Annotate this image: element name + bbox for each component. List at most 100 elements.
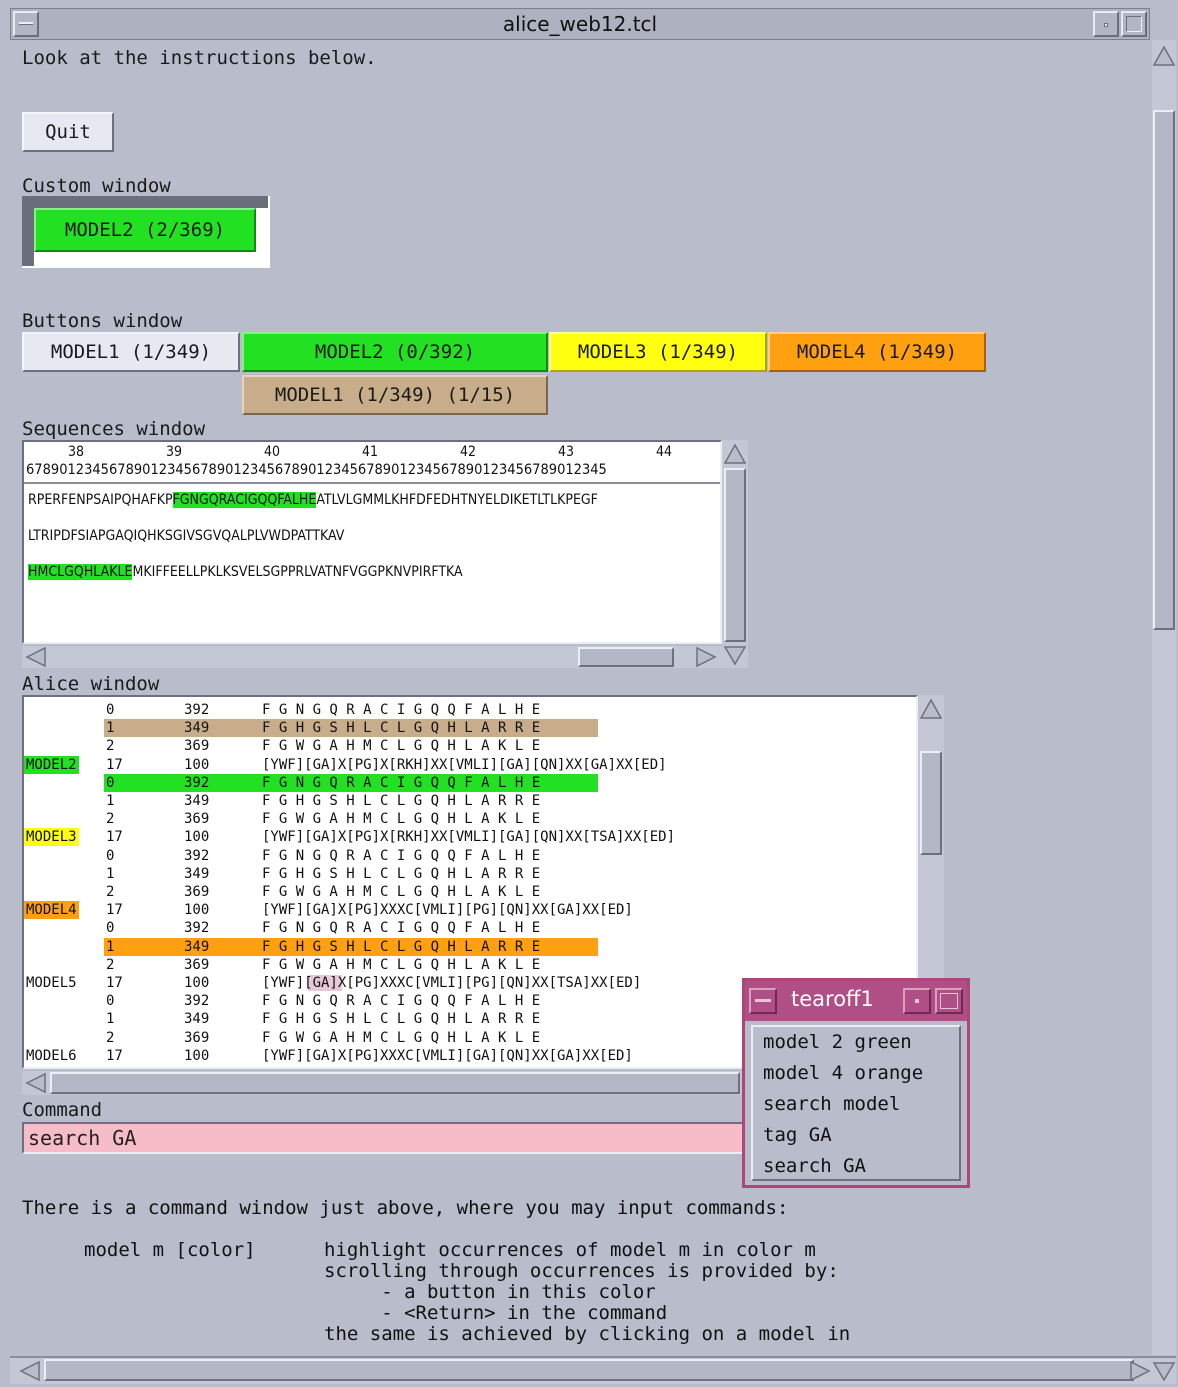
model1-button[interactable]: MODEL1 (1/349) [22,332,240,372]
alice-model-name: MODEL2 [24,755,79,774]
alice-row-index: 2 [106,884,115,900]
alice-row-sequence: [YWF][GA]X[PG]X[RKH]XX[VMLI][GA][QN]XX[T… [262,829,676,846]
menu-item-search-ga[interactable]: search GA [763,1155,866,1177]
scroll-down-arrow-icon[interactable] [723,644,747,666]
tearoff-menu-button[interactable] [749,988,777,1014]
alice-row-length: 349 [184,793,210,809]
alice-row-index: 17 [106,975,123,991]
alice-row[interactable]: 2 369 F G W G A H M C L G Q H L A K L E [24,737,916,755]
help-command: model m [color] [84,1239,256,1261]
alice-row-sequence: F G H G S H L C L G Q H L A R R E [262,793,541,809]
main-horizontal-scrollbar[interactable] [10,1356,1176,1384]
sequence-line: LTRIPDFSIAPGAQIQHKSGIVSGVQALPLVWDPATTKAV [28,528,344,544]
scroll-up-arrow-icon[interactable] [919,697,943,721]
alice-row[interactable]: 0 392 F G N G Q R A C I G Q Q F A L H E [24,919,916,937]
alice-row-sequence: [YWF][GA]X[PG]XXXC[VMLI][PG][QN]XX[TSA]X… [262,975,642,991]
alice-row[interactable]: 0 392 F G N G Q R A C I G Q Q F A L H E [24,701,916,719]
alice-row-length: 369 [184,956,210,973]
seq-highlight: HMCLGQHLAKLE [28,564,133,580]
tearoff-title-bar[interactable]: tearoff1 [745,981,967,1021]
alice-row[interactable]: 1 349 F G H G S H L C L G Q H L A R R E [24,865,916,883]
alice-row-sequence: F G W G A H M C L G Q H L A K L E [262,738,541,755]
menu-item-search-model[interactable]: search model [763,1093,900,1115]
alice-row-sequence: F G H G S H L C L G Q H L A R R E [262,865,541,882]
alice-row-length: 100 [184,829,210,846]
alice-row[interactable]: MODEL3 17 100 [YWF][GA]X[PG]X[RKH]XX[VMLI][… [24,828,916,847]
model3-button[interactable]: MODEL3 (1/349) [549,332,767,372]
seq-text: RPERFENPSAIPQHAFKP [28,492,173,508]
scroll-left-arrow-icon[interactable] [24,646,48,668]
ruler-number: 39 [166,444,183,460]
sequences-text-area[interactable]: 38 39 40 41 42 43 44 6789012345678901234… [22,440,722,644]
alice-row-length: 392 [184,920,210,937]
tearoff-maximize-button[interactable] [935,988,963,1014]
alice-row-length: 100 [184,975,210,991]
main-scroll-thumb[interactable] [1153,110,1175,630]
alice-row-sequence: F G N G Q R A C I G Q Q F A L H E [262,847,541,864]
custom-frame-top [22,196,268,208]
sequences-vertical-scrollbar[interactable] [722,440,748,668]
alice-row-sequence: F G H G S H L C L G Q H L A R R E [262,938,541,955]
alice-row-index: 2 [106,1029,115,1046]
scroll-down-arrow-icon[interactable] [1152,1360,1176,1382]
alice-row[interactable]: MODEL2 17 100 [YWF][GA]X[PG]X[RKH]XX[VMLI][… [24,755,916,774]
ruler-number: 38 [68,444,85,460]
custom-window-frame: MODEL2 (2/369) [22,196,270,268]
tearoff-menu: model 2 green model 4 orange search mode… [751,1025,961,1181]
sequences-horizontal-scrollbar[interactable] [22,646,722,668]
alice-row[interactable]: 1 349 F G H G S H L C L G Q H L A R R E [24,937,916,956]
scroll-right-arrow-icon[interactable] [1128,1360,1152,1382]
model2-button[interactable]: MODEL2 (0/392) [242,332,548,372]
custom-model2-button[interactable]: MODEL2 (2/369) [34,208,256,252]
scroll-right-arrow-icon[interactable] [694,646,718,668]
ruler-number: 44 [656,444,673,460]
command-label: Command [22,1099,103,1121]
sequences-hscroll-thumb[interactable] [578,647,674,667]
alice-row[interactable]: 2 369 F G W G A H M C L G Q H L A K L E [24,883,916,901]
alice-row[interactable]: 2 369 F G W G A H M C L G Q H L A K L E [24,810,916,828]
alice-row-index: 0 [106,847,115,864]
scroll-up-arrow-icon[interactable] [723,442,747,466]
scroll-up-arrow-icon[interactable] [1152,44,1176,68]
ruler-digits: 6789012345678901234567890123456789012345… [26,462,607,478]
menu-item-tag-ga[interactable]: tag GA [763,1124,832,1146]
help-line: - a button in this color [324,1281,656,1303]
alice-row-length: 369 [184,738,210,755]
minimize-button[interactable] [1093,11,1119,37]
alice-row[interactable]: 1 349 F G H G S H L C L G Q H L A R R E [24,719,916,738]
alice-row-length: 369 [184,1029,210,1046]
alice-row-index: 0 [106,993,115,1010]
main-hscroll-thumb[interactable] [44,1359,1134,1381]
alice-row[interactable]: 0 392 F G N G Q R A C I G Q Q F A L H E [24,847,916,865]
quit-button[interactable]: Quit [22,112,114,152]
command-input[interactable]: search GA [22,1122,752,1154]
alice-row-sequence: F G W G A H M C L G Q H L A K L E [262,811,541,828]
alice-scroll-thumb[interactable] [920,751,942,855]
alice-row-length: 349 [184,865,210,882]
scroll-left-arrow-icon[interactable] [18,1360,42,1382]
alice-row-index: 17 [106,756,123,773]
alice-hscroll-thumb[interactable] [50,1072,740,1094]
main-vertical-scrollbar[interactable] [1152,40,1176,1355]
model4-button[interactable]: MODEL4 (1/349) [768,332,986,372]
menu-item-model2-green[interactable]: model 2 green [763,1031,912,1053]
alice-row[interactable]: 2 369 F G W G A H M C L G Q H L A K L E [24,956,916,974]
alice-row[interactable]: 0 392 F G N G Q R A C I G Q Q F A L H E [24,773,916,792]
help-line: highlight occurrences of model m in colo… [324,1239,816,1261]
alice-row[interactable]: MODEL4 17 100 [YWF][GA]X[PG]XXXC[VMLI][PG][… [24,901,916,920]
maximize-button[interactable] [1121,11,1147,37]
sequences-scroll-thumb[interactable] [724,468,746,642]
tearoff-minimize-button[interactable] [903,988,931,1014]
scroll-left-arrow-icon[interactable] [24,1072,48,1094]
menu-item-model4-orange[interactable]: model 4 orange [763,1062,923,1084]
alice-horizontal-scrollbar[interactable] [22,1071,744,1095]
alice-row-index: 17 [106,1047,123,1064]
model1-sub-button[interactable]: MODEL1 (1/349) (1/15) [242,375,548,415]
alice-row[interactable]: 1 349 F G H G S H L C L G Q H L A R R E [24,792,916,810]
alice-row-index: 17 [106,902,123,919]
alice-row-length: 369 [184,811,210,828]
tearoff-window[interactable]: tearoff1 model 2 green model 4 orange se… [742,978,970,1188]
title-bar[interactable]: alice_web12.tcl [10,8,1150,40]
alice-row-index: 2 [106,738,115,755]
maximize-icon [940,993,958,1009]
